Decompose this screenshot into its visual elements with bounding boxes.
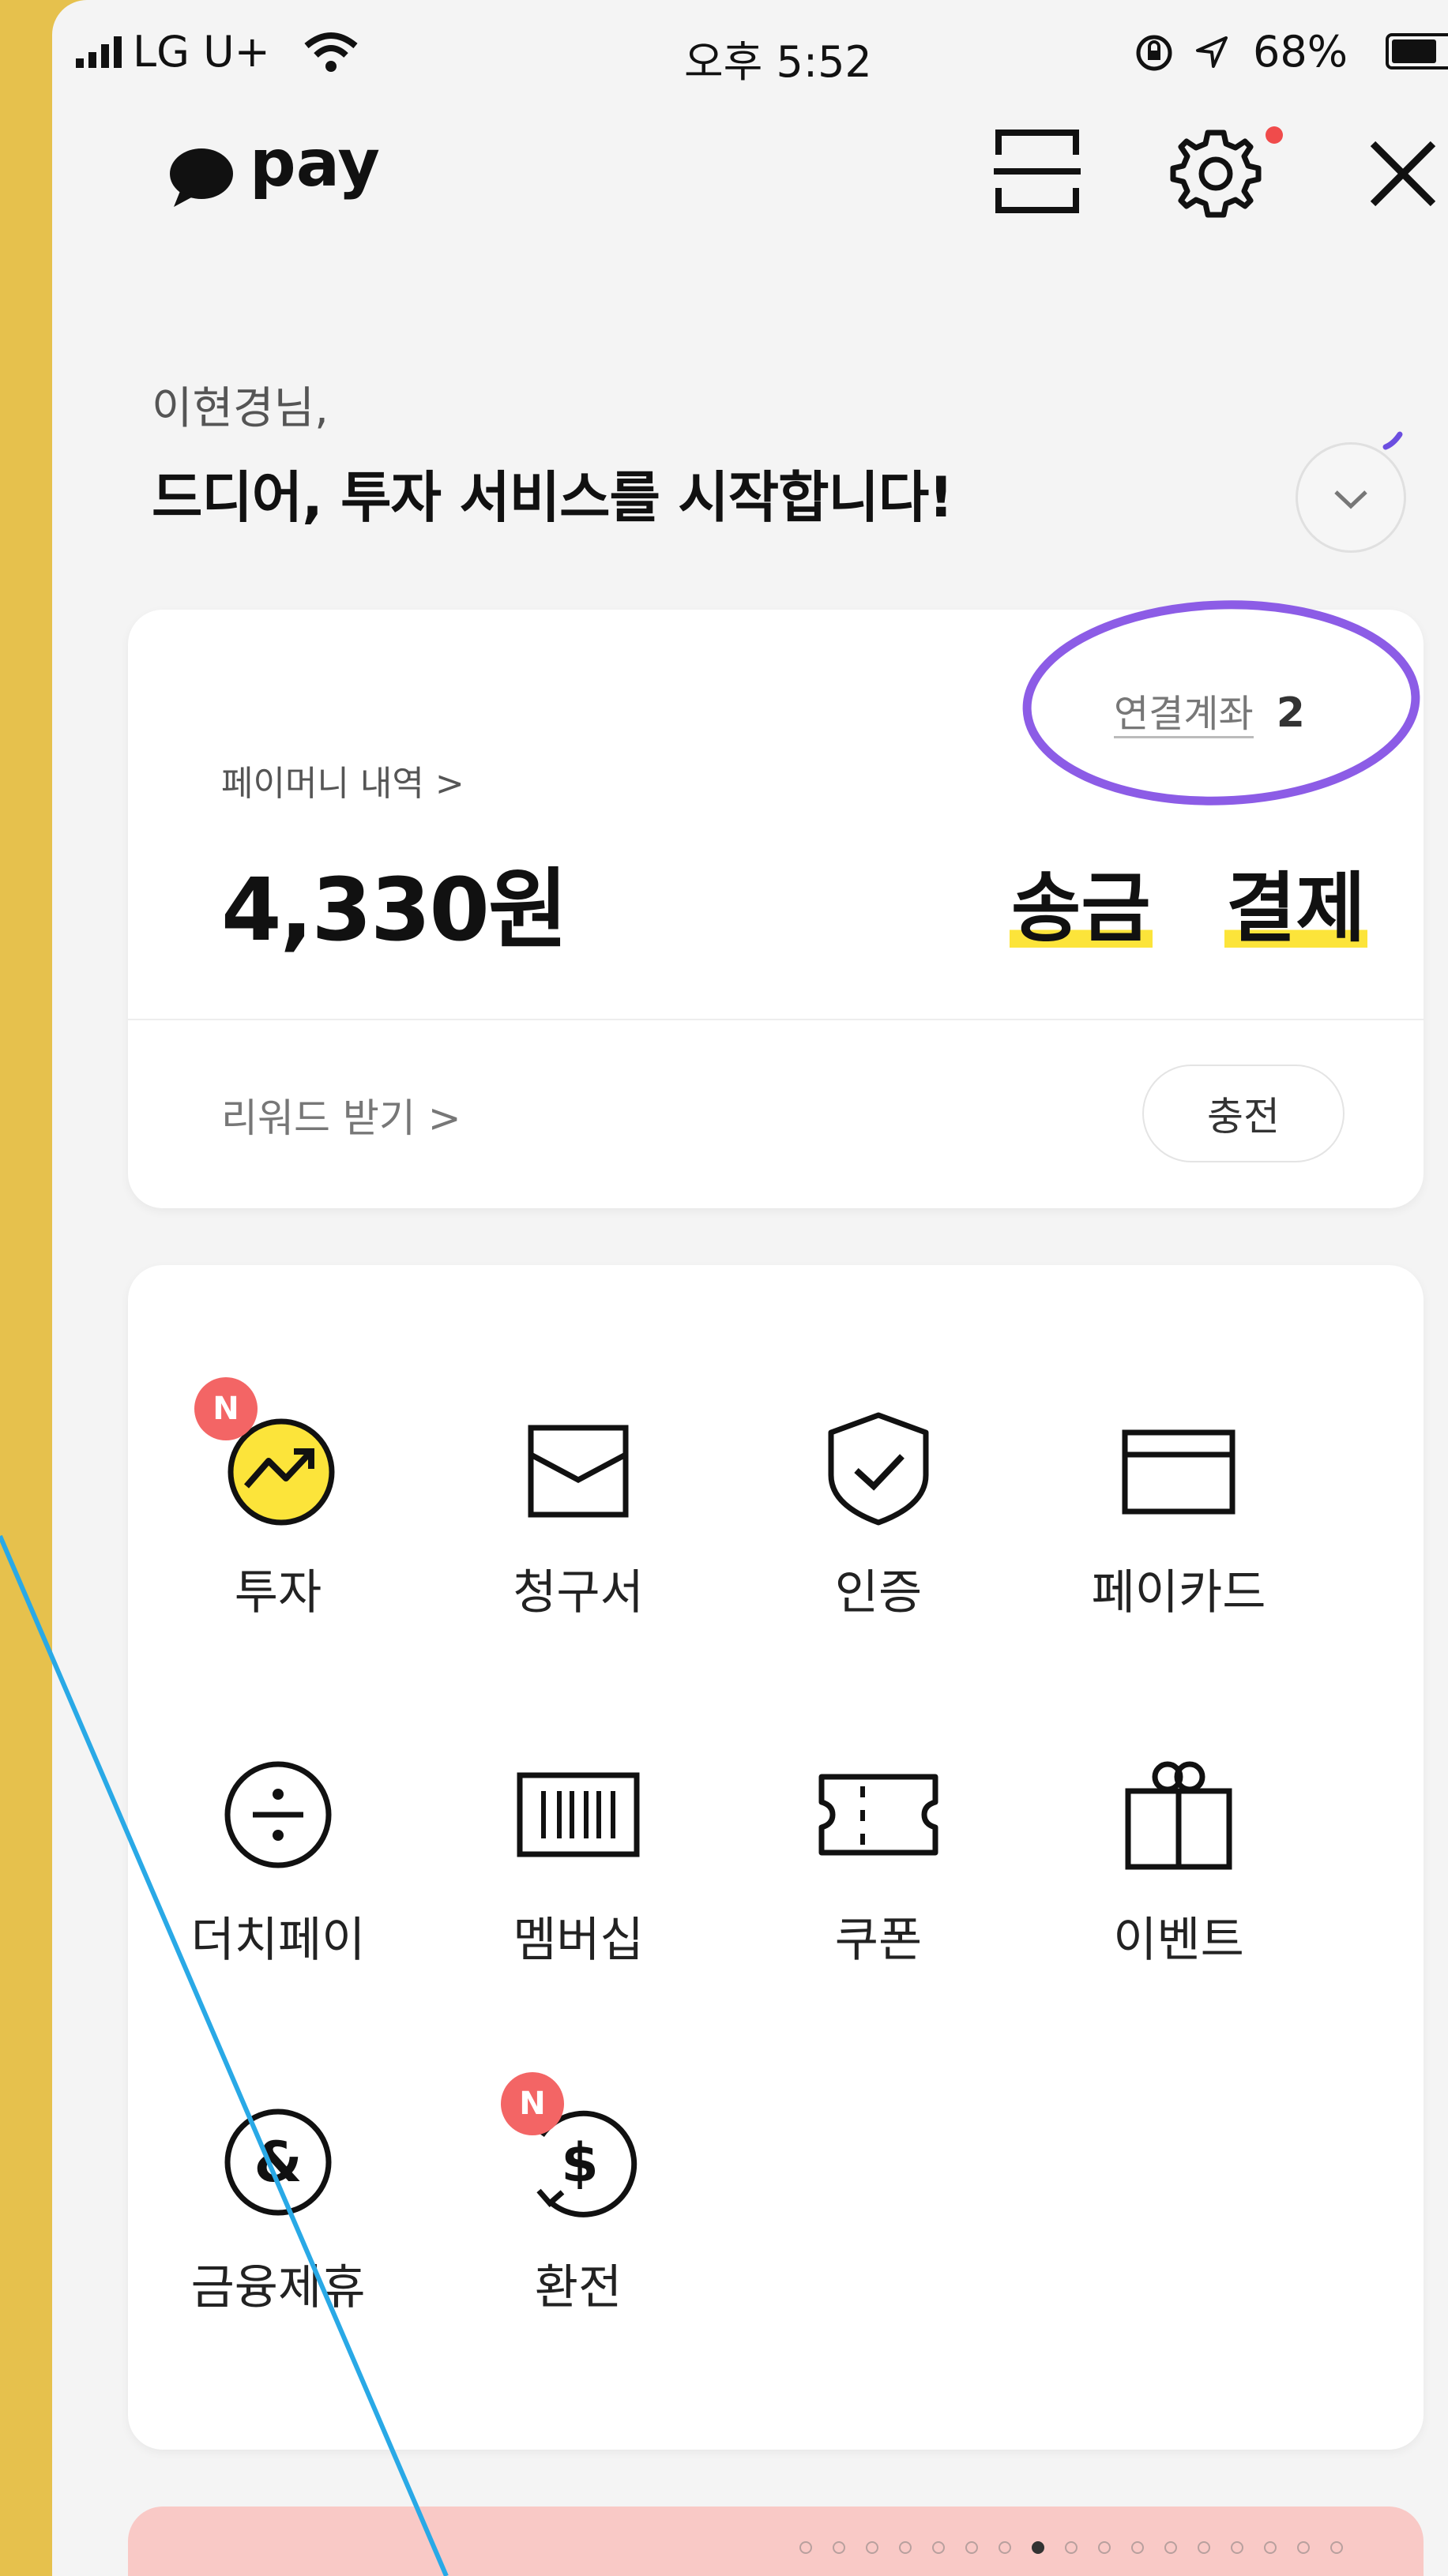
page-dot [866, 2541, 878, 2554]
menu-label: 더치페이 [190, 1913, 366, 1968]
signal-icon [76, 36, 122, 68]
location-arrow-icon [1196, 36, 1228, 68]
greeting-title: 드디어, 투자 서비스를 시작합니다! [152, 465, 953, 530]
page-dot [899, 2541, 912, 2554]
pay-brand: pay [250, 126, 380, 201]
page-dot [799, 2541, 812, 2554]
gift-icon [1125, 1761, 1232, 1870]
page-dot [932, 2541, 945, 2554]
menu-item-event[interactable]: 이벤트 [1029, 1752, 1329, 2012]
envelope-icon [528, 1425, 629, 1518]
menu-item-exchange[interactable]: $ N 환전 [428, 2072, 728, 2360]
menu-label: 청구서 [513, 1565, 644, 1620]
chat-bubble-icon [170, 148, 233, 207]
menu-card: N 투자 청구서 인증 페이카드 더치페이 멤버십 쿠폰 이벤트 & 금융제휴 … [128, 1265, 1424, 2450]
menu-item-invest[interactable]: N 투자 [128, 1377, 428, 1665]
carrier-label: LG U+ [133, 27, 270, 77]
send-button[interactable]: 송금 [1010, 847, 1153, 956]
page-dot [1164, 2541, 1177, 2554]
qr-scan-icon[interactable] [994, 128, 1081, 215]
menu-item-coupon[interactable]: 쿠폰 [728, 1752, 1029, 2012]
page-dot [833, 2541, 845, 2554]
menu-label: 이벤트 [1113, 1913, 1244, 1968]
svg-text:$: $ [561, 2132, 598, 2195]
close-icon[interactable] [1363, 134, 1442, 213]
page-dot [1264, 2541, 1277, 2554]
charge-button-label: 충전 [1207, 1094, 1280, 1140]
chevron-down-icon [1334, 490, 1367, 509]
page-dot [965, 2541, 978, 2554]
pay-money-history-link[interactable]: 페이머니 내역 > [221, 755, 464, 805]
svg-text:&: & [254, 2130, 302, 2195]
pay-button[interactable]: 결제 [1224, 847, 1367, 956]
wifi-icon [304, 32, 358, 72]
settings-alert-dot [1266, 126, 1283, 144]
menu-item-bill[interactable]: 청구서 [428, 1404, 728, 1665]
menu-item-finance-partner[interactable]: & 금융제휴 [128, 2099, 428, 2360]
reward-link[interactable]: 리워드 받기 > [221, 1087, 461, 1143]
balance-amount: 4,330원 [221, 859, 568, 960]
ticket-icon [818, 1774, 938, 1856]
barcode-icon [517, 1772, 640, 1857]
shield-check-icon [828, 1412, 929, 1526]
expand-button[interactable] [1296, 442, 1406, 553]
clock: 오후 5:52 [684, 37, 872, 87]
gear-icon[interactable] [1164, 126, 1267, 221]
divide-icon [224, 1761, 332, 1868]
menu-label: 쿠폰 [834, 1913, 923, 1968]
page-dot [1297, 2541, 1310, 2554]
pay-money-card: 페이머니 내역 > 4,330원 연결계좌 2 송금 결제 리워드 받기 > 충… [128, 610, 1424, 1208]
greeting-name: 이현경님, [152, 383, 329, 434]
linked-accounts-label: 연결계좌 [1114, 692, 1254, 738]
battery-percent: 68% [1253, 27, 1348, 77]
page-dot [1198, 2541, 1210, 2554]
page-dot [1065, 2541, 1078, 2554]
charge-button[interactable]: 충전 [1142, 1065, 1345, 1162]
menu-label: 멤버십 [513, 1913, 644, 1968]
menu-item-membership[interactable]: 멤버십 [428, 1752, 728, 2012]
phone-screen: LG U+ 오후 5:52 68% pay 이현경님, 드디어, 투자 서비스를… [52, 0, 1448, 2576]
menu-item-paycard[interactable]: 페이카드 [1029, 1404, 1329, 1665]
page-dot [1231, 2541, 1243, 2554]
menu-label: 환전 [534, 2260, 622, 2315]
card-divider [128, 1019, 1424, 1020]
linked-accounts-count: 2 [1276, 689, 1305, 737]
menu-label: 페이카드 [1091, 1565, 1266, 1620]
linked-accounts[interactable]: 연결계좌 2 [1114, 682, 1305, 738]
menu-label: 인증 [834, 1565, 923, 1620]
page-dot [1098, 2541, 1111, 2554]
new-badge: N [501, 2072, 564, 2135]
menu-item-certification[interactable]: 인증 [728, 1404, 1029, 1665]
battery-icon [1386, 33, 1448, 69]
page-dot [999, 2541, 1011, 2554]
menu-label: 투자 [234, 1565, 322, 1620]
promo-banner[interactable] [128, 2507, 1424, 2576]
page-dot [1330, 2541, 1343, 2554]
ampersand-icon: & [224, 2108, 332, 2216]
status-bar: LG U+ 오후 5:52 68% [52, 0, 1448, 103]
menu-item-dutchpay[interactable]: 더치페이 [128, 1752, 428, 2012]
page-dot [1131, 2541, 1144, 2554]
page-dot [1032, 2541, 1044, 2554]
menu-label: 금융제휴 [190, 2260, 366, 2315]
card-icon [1122, 1429, 1236, 1515]
lock-rotation-icon [1136, 35, 1172, 71]
new-badge: N [194, 1377, 258, 1440]
